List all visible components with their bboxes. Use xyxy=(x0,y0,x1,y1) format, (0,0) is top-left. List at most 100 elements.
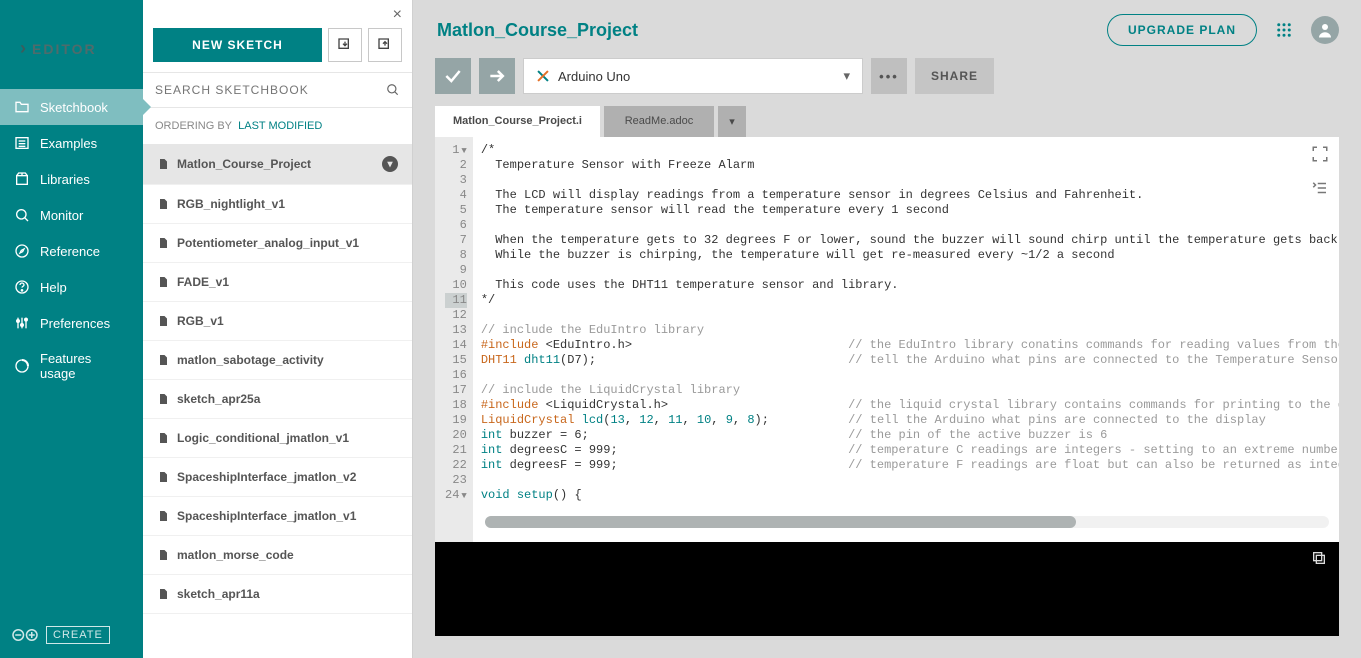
console xyxy=(435,542,1339,636)
nav-label: Libraries xyxy=(40,172,90,187)
code-content[interactable]: /* Temperature Sensor with Freeze Alarm … xyxy=(473,137,1339,542)
copy-icon xyxy=(1311,550,1327,566)
file-icon xyxy=(157,549,169,561)
outline-button[interactable] xyxy=(1311,179,1329,197)
export-button[interactable] xyxy=(368,28,402,62)
sketch-name: sketch_apr11a xyxy=(177,587,260,601)
file-icon xyxy=(157,276,169,288)
nav-item-libraries[interactable]: Libraries xyxy=(0,161,143,197)
editor-logo: › EDITOR xyxy=(0,14,143,89)
search-icon xyxy=(386,83,400,97)
check-icon xyxy=(443,66,463,86)
sketch-more-icon[interactable]: ▾ xyxy=(382,156,398,172)
sketch-name: Logic_conditional_jmatlon_v1 xyxy=(177,431,349,445)
create-badge: CREATE xyxy=(0,616,143,658)
avatar[interactable] xyxy=(1311,16,1339,44)
nav-item-reference[interactable]: Reference xyxy=(0,233,143,269)
expand-icon xyxy=(1311,145,1329,163)
file-icon xyxy=(157,393,169,405)
import-icon xyxy=(337,37,353,53)
import-button[interactable] xyxy=(328,28,362,62)
create-label: CREATE xyxy=(46,626,110,644)
fullscreen-button[interactable] xyxy=(1311,145,1329,163)
copy-output-button[interactable] xyxy=(1311,550,1327,566)
sketch-name: RGB_v1 xyxy=(177,314,224,328)
sketch-item[interactable]: matlon_sabotage_activity▾ xyxy=(143,341,412,380)
code-editor[interactable]: 1▼23456789101112131415161718192021222324… xyxy=(435,137,1339,542)
sketch-item[interactable]: SpaceshipInterface_jmatlon_v1▾ xyxy=(143,497,412,536)
sketch-item[interactable]: Logic_conditional_jmatlon_v1▾ xyxy=(143,419,412,458)
tabs: Matlon_Course_Project.i ReadMe.adoc ▾ xyxy=(435,106,1339,137)
editor-label: EDITOR xyxy=(32,41,97,57)
sketch-item[interactable]: matlon_morse_code▾ xyxy=(143,536,412,575)
file-icon xyxy=(157,588,169,600)
chevron-down-icon: ▾ xyxy=(843,68,850,84)
main-area: Matlon_Course_Project UPGRADE PLAN Ardui… xyxy=(413,0,1361,658)
upgrade-plan-button[interactable]: UPGRADE PLAN xyxy=(1107,14,1257,46)
board-name: Arduino Uno xyxy=(558,69,630,84)
sketch-item[interactable]: RGB_nightlight_v1▾ xyxy=(143,185,412,224)
close-panel-button[interactable]: × xyxy=(143,0,412,24)
arduino-board-icon xyxy=(536,69,550,83)
verify-button[interactable] xyxy=(435,58,471,94)
tab-readme[interactable]: ReadMe.adoc xyxy=(604,106,714,137)
nav-item-features-usage[interactable]: Features usage xyxy=(0,341,143,391)
sketch-title: Matlon_Course_Project xyxy=(435,20,1095,41)
sketch-name: FADE_v1 xyxy=(177,275,229,289)
sketch-item[interactable]: SpaceshipInterface_jmatlon_v2▾ xyxy=(143,458,412,497)
upload-button[interactable] xyxy=(479,58,515,94)
nav-label: Sketchbook xyxy=(40,100,108,115)
nav-item-preferences[interactable]: Preferences xyxy=(0,305,143,341)
tab-dropdown[interactable]: ▾ xyxy=(718,106,746,137)
file-icon xyxy=(157,471,169,483)
nav-list: Sketchbook Examples Libraries Monitor Refere… xyxy=(0,89,143,391)
sketch-name: Potentiometer_analog_input_v1 xyxy=(177,236,359,250)
nav-item-examples[interactable]: Examples xyxy=(0,125,143,161)
apps-icon[interactable] xyxy=(1275,21,1293,39)
sketch-item[interactable]: FADE_v1▾ xyxy=(143,263,412,302)
file-icon xyxy=(157,315,169,327)
file-icon xyxy=(157,158,169,170)
sliders-icon xyxy=(14,315,30,331)
sketch-item[interactable]: Matlon_Course_Project ▾ xyxy=(143,144,412,185)
board-select[interactable]: Arduino Uno ▾ xyxy=(523,58,863,94)
sketchbook-panel: × NEW SKETCH ORDERING BY LAST MODIFIED M… xyxy=(143,0,413,658)
user-icon xyxy=(1316,21,1334,39)
nav-item-help[interactable]: Help xyxy=(0,269,143,305)
header: Matlon_Course_Project UPGRADE PLAN xyxy=(413,0,1361,46)
list-icon xyxy=(1311,179,1329,197)
file-icon xyxy=(157,432,169,444)
nav-item-monitor[interactable]: Monitor xyxy=(0,197,143,233)
share-button[interactable]: SHARE xyxy=(915,58,994,94)
horizontal-scrollbar[interactable] xyxy=(485,516,1329,528)
arduino-logo-icon xyxy=(10,627,40,643)
ordering-link[interactable]: LAST MODIFIED xyxy=(238,120,322,132)
sketch-list[interactable]: Matlon_Course_Project ▾ RGB_nightlight_v1▾… xyxy=(143,144,412,658)
nav-label: Reference xyxy=(40,244,100,259)
sketch-item[interactable]: RGB_v1▾ xyxy=(143,302,412,341)
scroll-thumb[interactable] xyxy=(485,516,1076,528)
new-sketch-button[interactable]: NEW SKETCH xyxy=(153,28,322,62)
sketch-name: sketch_apr25a xyxy=(177,392,260,406)
sketch-item[interactable]: sketch_apr11a▾ xyxy=(143,575,412,614)
loader-icon xyxy=(14,358,30,374)
sketch-name: Matlon_Course_Project xyxy=(177,157,311,171)
nav-label: Features usage xyxy=(40,351,129,381)
caret-icon: › xyxy=(20,38,26,59)
file-icon xyxy=(157,510,169,522)
nav-label: Help xyxy=(40,280,67,295)
nav-label: Examples xyxy=(40,136,97,151)
sidebar: › EDITOR Sketchbook Examples Libraries Moni… xyxy=(0,0,143,658)
package-icon xyxy=(14,171,30,187)
nav-item-sketchbook[interactable]: Sketchbook xyxy=(0,89,143,125)
tab-sketch[interactable]: Matlon_Course_Project.i xyxy=(435,106,600,137)
more-button[interactable]: ••• xyxy=(871,58,907,94)
file-icon xyxy=(157,354,169,366)
sketch-name: matlon_morse_code xyxy=(177,548,294,562)
list-icon xyxy=(14,135,30,151)
sketch-item[interactable]: sketch_apr25a▾ xyxy=(143,380,412,419)
file-icon xyxy=(157,198,169,210)
toolbar: Arduino Uno ▾ ••• SHARE xyxy=(413,46,1361,106)
sketch-item[interactable]: Potentiometer_analog_input_v1▾ xyxy=(143,224,412,263)
search-input[interactable] xyxy=(155,83,386,97)
